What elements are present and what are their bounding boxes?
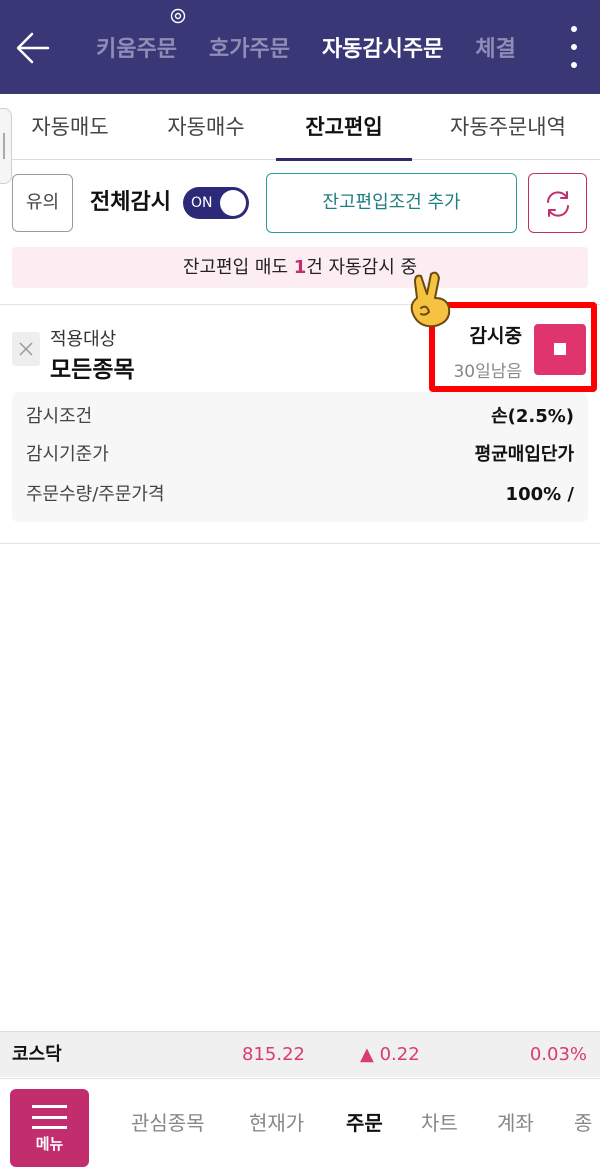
toggle-state-text: ON bbox=[191, 195, 213, 211]
tab-quote-order[interactable]: 호가주문 bbox=[209, 30, 290, 70]
nav-chart[interactable]: 차트 bbox=[421, 1107, 458, 1136]
top-tabs: 키움주문 호가주문 자동감시주문 체결 bbox=[96, 30, 548, 70]
subtab-auto-sell[interactable]: 자동매도 bbox=[10, 94, 130, 160]
nav-order[interactable]: 주문 bbox=[346, 1107, 383, 1136]
market-ticker[interactable]: 코스닥 815.22 ▲ 0.22 0.03% bbox=[0, 1031, 600, 1077]
more-options-icon[interactable] bbox=[568, 26, 580, 68]
days-remaining: 30일남음 bbox=[453, 362, 522, 382]
watch-status: 감시중 bbox=[469, 325, 522, 347]
detail-key: 주문수량/주문가격 bbox=[26, 484, 165, 505]
tab-auto-watch-order[interactable]: 자동감시주문 bbox=[322, 30, 443, 70]
caution-button[interactable]: 유의 bbox=[12, 174, 73, 232]
hamburger-icon bbox=[32, 1105, 67, 1129]
target-value: 모든종목 bbox=[50, 357, 135, 383]
detail-row: 주문수량/주문가격 100% / bbox=[26, 480, 574, 510]
close-icon bbox=[19, 342, 33, 356]
all-watch-label: 전체감시 bbox=[90, 190, 171, 215]
sub-tabs: 자동매도 자동매수 잔고편입 자동주문내역 bbox=[0, 94, 600, 161]
subtab-auto-buy[interactable]: 자동매수 bbox=[146, 94, 266, 160]
section-divider bbox=[0, 304, 600, 305]
nav-watchlist[interactable]: 관심종목 bbox=[131, 1107, 205, 1136]
top-navigation-bar: 키움주문 호가주문 자동감시주문 체결 bbox=[0, 0, 600, 94]
refresh-icon bbox=[547, 191, 569, 217]
victory-hand-icon bbox=[407, 268, 459, 330]
banner-count: 1 bbox=[293, 257, 307, 278]
section-divider bbox=[0, 543, 600, 544]
ticker-name: 코스닥 bbox=[12, 1044, 62, 1065]
bottom-navigation: 메뉴 관심종목 현재가 주문 차트 계좌 종 bbox=[0, 1078, 600, 1169]
nav-current-price[interactable]: 현재가 bbox=[249, 1107, 304, 1136]
ticker-value: 815.22 bbox=[242, 1044, 305, 1065]
side-drawer-handle[interactable] bbox=[0, 108, 12, 184]
detail-value: 평균매입단가 bbox=[474, 444, 574, 465]
detail-value: 손(2.5%) bbox=[491, 406, 574, 427]
tab-executions[interactable]: 체결 bbox=[475, 30, 515, 70]
subtab-balance-inclusion[interactable]: 잔고편입 bbox=[276, 94, 412, 161]
detail-key: 감시기준가 bbox=[26, 444, 109, 465]
nav-account[interactable]: 계좌 bbox=[497, 1107, 534, 1136]
nav-more[interactable]: 종 bbox=[574, 1107, 592, 1136]
subtab-auto-order-history[interactable]: 자동주문내역 bbox=[428, 94, 588, 160]
detail-key: 감시조건 bbox=[26, 406, 93, 427]
tab-kiwoom-order[interactable]: 키움주문 bbox=[96, 30, 177, 70]
banner-suffix: 건 자동감시 중 bbox=[306, 257, 418, 278]
stop-watch-button[interactable] bbox=[534, 324, 586, 375]
delete-item-button[interactable] bbox=[12, 332, 40, 366]
watch-status-banner: 잔고편입 매도 1건 자동감시 중 bbox=[12, 247, 588, 288]
menu-button[interactable]: 메뉴 bbox=[10, 1089, 89, 1167]
detail-value: 100% / bbox=[505, 484, 574, 505]
refresh-button[interactable] bbox=[528, 173, 587, 233]
at-sign-icon bbox=[170, 8, 186, 24]
all-watch-toggle[interactable]: ON bbox=[183, 187, 249, 219]
banner-prefix: 잔고편입 매도 bbox=[182, 257, 294, 278]
toggle-knob bbox=[220, 190, 246, 216]
detail-row: 감시기준가 평균매입단가 bbox=[26, 440, 574, 470]
back-arrow-icon[interactable] bbox=[14, 28, 54, 68]
ticker-change: ▲ 0.22 bbox=[360, 1044, 420, 1065]
target-label: 적용대상 bbox=[50, 329, 117, 350]
item-details: 감시조건 손(2.5%) 감시기준가 평균매입단가 주문수량/주문가격 100%… bbox=[12, 392, 588, 522]
add-condition-button[interactable]: 잔고편입조건 추가 bbox=[266, 173, 517, 233]
detail-row: 감시조건 손(2.5%) bbox=[26, 402, 574, 432]
menu-label: 메뉴 bbox=[35, 1135, 64, 1153]
ticker-percent: 0.03% bbox=[529, 1044, 587, 1065]
